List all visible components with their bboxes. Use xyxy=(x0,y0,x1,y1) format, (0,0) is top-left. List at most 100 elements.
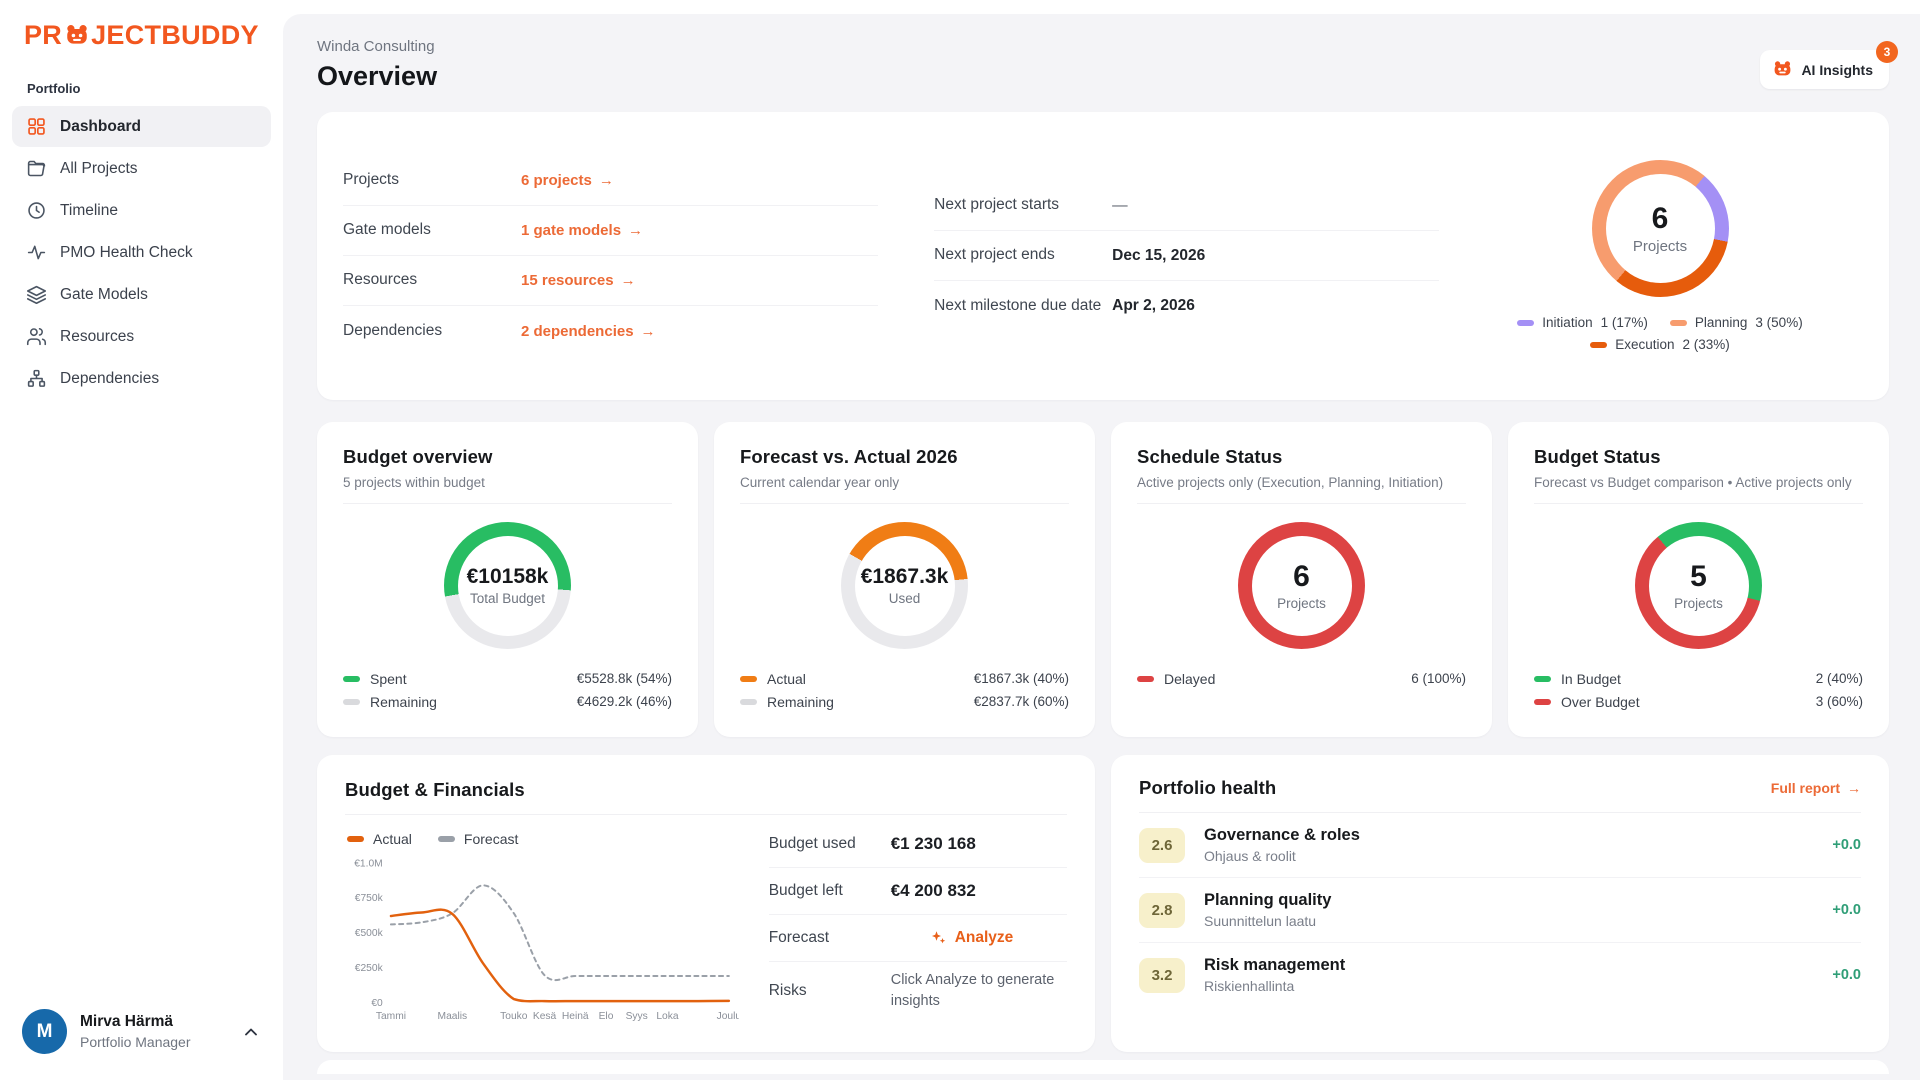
financials-rows: Budget used €1 230 168 Budget left €4 20… xyxy=(769,819,1067,1028)
gate-models-link[interactable]: 1 gate models xyxy=(521,222,643,239)
stat-label: Gate models xyxy=(343,220,521,240)
stat-row-dependencies: Dependencies 2 dependencies xyxy=(343,306,878,356)
projects-donut-chart: 6 Projects xyxy=(1592,160,1729,297)
legend-dot xyxy=(438,836,455,842)
card-title: Budget overview xyxy=(343,446,672,468)
svg-text:€0: €0 xyxy=(371,998,383,1009)
score-badge: 3.2 xyxy=(1139,958,1185,993)
sidebar-item-timeline[interactable]: Timeline xyxy=(12,190,271,231)
user-role: Portfolio Manager xyxy=(80,1034,191,1050)
analyze-button[interactable]: Analyze xyxy=(929,929,1014,947)
financials-content: Actual Forecast €1.0M€750k€500k€250k€0Ta… xyxy=(345,819,1067,1028)
legend-row-actual: Actual €1867.3k (40%) xyxy=(740,667,1069,690)
health-row-planning[interactable]: 2.8 Planning quality Suunnittelun laatu … xyxy=(1139,878,1861,943)
legend-row-over-budget: Over Budget 3 (60%) xyxy=(1534,690,1863,713)
score-badge: 2.6 xyxy=(1139,828,1185,863)
fin-row-budget-left: Budget left €4 200 832 xyxy=(769,868,1067,915)
legend-row-spent: Spent €5528.8k (54%) xyxy=(343,667,672,690)
projects-link[interactable]: 6 projects xyxy=(521,172,614,189)
delta-value: +0.0 xyxy=(1832,967,1861,983)
user-name: Mirva Härmä xyxy=(80,1013,191,1031)
card-subtitle: 5 projects within budget xyxy=(343,475,672,490)
sidebar-item-gate-models[interactable]: Gate Models xyxy=(12,274,271,315)
next-project-ends-value: Dec 15, 2026 xyxy=(1112,247,1205,265)
delta-value: +0.0 xyxy=(1832,902,1861,918)
schedule-status-donut-chart: 6 Projects xyxy=(1238,522,1365,649)
stat-row-projects: Projects 6 projects xyxy=(343,156,878,206)
stat-label: Resources xyxy=(343,270,521,290)
legend-item-forecast: Forecast xyxy=(438,831,518,847)
app-logo[interactable]: PR JECTBUDDY xyxy=(12,20,271,51)
stat-row-next-start: Next project starts — xyxy=(934,181,1439,231)
dependencies-link[interactable]: 2 dependencies xyxy=(521,323,656,340)
resources-link[interactable]: 15 resources xyxy=(521,272,636,289)
donut-wrap: 6 Projects xyxy=(1137,504,1466,667)
legend-row-delayed: Delayed 6 (100%) xyxy=(1137,667,1466,690)
sparkles-icon xyxy=(929,929,947,947)
card-subtitle: Active projects only (Execution, Plannin… xyxy=(1137,475,1466,490)
portfolio-health-card: Portfolio health Full report 2.6 Governa… xyxy=(1111,755,1889,1052)
risks-note: Click Analyze to generate insights xyxy=(891,962,1067,1020)
legend-row-in-budget: In Budget 2 (40%) xyxy=(1534,667,1863,690)
health-row-risk[interactable]: 3.2 Risk management Riskienhallinta +0.0 xyxy=(1139,943,1861,1007)
clock-icon xyxy=(26,200,47,221)
sidebar-item-dashboard[interactable]: Dashboard xyxy=(12,106,271,147)
budget-used-value: €1 230 168 xyxy=(891,834,976,854)
svg-text:Tammi: Tammi xyxy=(376,1011,406,1022)
overview-stats-left: Projects 6 projects Gate models 1 gate m… xyxy=(343,156,878,356)
forecast-actual-donut-chart: €1867.3k Used xyxy=(841,522,968,649)
legend-dot xyxy=(1137,676,1154,682)
card-title: Portfolio health xyxy=(1139,777,1276,799)
donut-wrap: 5 Projects xyxy=(1534,504,1863,667)
legend-dot xyxy=(1517,320,1534,326)
schedule-status-card: Schedule Status Active projects only (Ex… xyxy=(1111,422,1492,737)
svg-text:Heinä: Heinä xyxy=(562,1011,589,1022)
sidebar-item-label: Dashboard xyxy=(60,118,141,136)
donut-center-value: 6 xyxy=(1652,202,1669,236)
card-legend: Actual €1867.3k (40%) Remaining €2837.7k… xyxy=(740,667,1069,713)
card-title: Schedule Status xyxy=(1137,446,1466,468)
full-report-link[interactable]: Full report xyxy=(1771,780,1861,796)
fin-row-forecast: Forecast Analyze xyxy=(769,915,1067,962)
sidebar-section-label: Portfolio xyxy=(27,81,271,96)
users-icon xyxy=(26,326,47,347)
budget-financials-card: Budget & Financials Actual Forecast xyxy=(317,755,1095,1052)
health-row-governance[interactable]: 2.6 Governance & roles Ohjaus & roolit +… xyxy=(1139,813,1861,878)
robot-logo-icon xyxy=(62,21,91,50)
overview-stats-right: Next project starts — Next project ends … xyxy=(934,156,1439,356)
divider xyxy=(345,814,1067,815)
card-legend: Spent €5528.8k (54%) Remaining €4629.2k … xyxy=(343,667,672,713)
budget-left-value: €4 200 832 xyxy=(891,881,976,901)
next-milestone-value: Apr 2, 2026 xyxy=(1112,297,1195,315)
chart-block: Actual Forecast €1.0M€750k€500k€250k€0Ta… xyxy=(345,819,739,1028)
portfolio-health-header: Portfolio health Full report xyxy=(1139,777,1861,799)
sidebar-item-pmo-health-check[interactable]: PMO Health Check xyxy=(12,232,271,273)
svg-text:Loka: Loka xyxy=(656,1011,679,1022)
stat-row-resources: Resources 15 resources xyxy=(343,256,878,306)
sidebar-item-all-projects[interactable]: All Projects xyxy=(12,148,271,189)
legend-item-planning: Planning 3 (50%) xyxy=(1670,315,1803,330)
legend-dot xyxy=(1534,699,1551,705)
stat-row-gate-models: Gate models 1 gate models xyxy=(343,206,878,256)
ai-insights-button[interactable]: AI Insights 3 xyxy=(1760,50,1889,89)
sidebar-item-resources[interactable]: Resources xyxy=(12,316,271,357)
sidebar-item-label: Gate Models xyxy=(60,286,148,304)
score-badge: 2.8 xyxy=(1139,893,1185,928)
chevron-up-icon[interactable] xyxy=(241,1022,261,1042)
donut-wrap: €10158k Total Budget xyxy=(343,504,672,667)
projects-donut-block: 6 Projects Initiation 1 (17%) Planning 3… xyxy=(1475,138,1845,374)
layers-icon xyxy=(26,284,47,305)
user-profile[interactable]: M Mirva Härmä Portfolio Manager xyxy=(12,1003,271,1060)
svg-text:Kesä: Kesä xyxy=(533,1011,557,1022)
sidebar: PR JECTBUDDY Portfolio Dashboard All Pro… xyxy=(0,0,283,1080)
budget-financials-chart: €1.0M€750k€500k€250k€0TammiMaalisToukoKe… xyxy=(345,849,739,1028)
svg-text:€500k: €500k xyxy=(355,928,384,939)
stat-label: Next milestone due date xyxy=(934,296,1112,316)
sidebar-item-dependencies[interactable]: Dependencies xyxy=(12,358,271,399)
sidebar-item-label: PMO Health Check xyxy=(60,244,193,262)
legend-dot xyxy=(347,836,364,842)
card-title: Forecast vs. Actual 2026 xyxy=(740,446,1069,468)
company-name: Winda Consulting xyxy=(317,38,437,55)
stat-label: Dependencies xyxy=(343,321,521,341)
legend-dot xyxy=(1590,342,1607,348)
